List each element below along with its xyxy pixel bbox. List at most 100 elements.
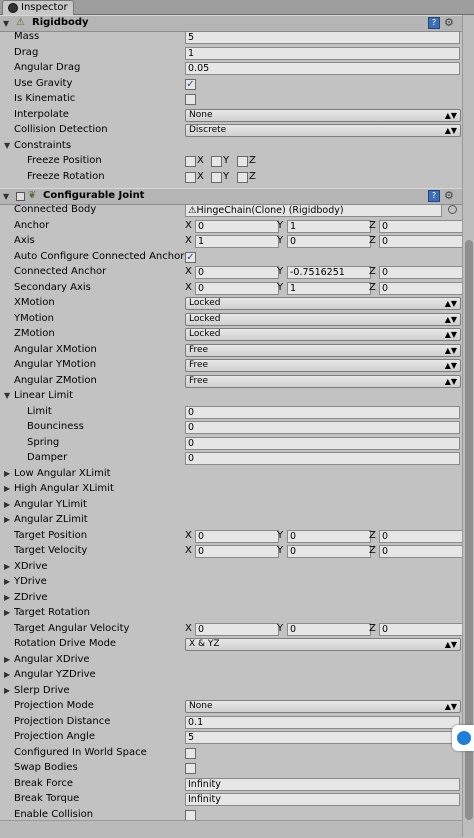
object-picker-icon[interactable] [448,205,457,214]
freeze-rotation-label: Freeze Rotation [27,170,105,182]
spring-label: Spring [27,436,60,448]
axis-y-field[interactable]: 0 [287,235,371,248]
foldout-closed-icon[interactable]: ▶ [4,686,10,695]
z-motion-dropdown[interactable]: Locked ▲▼ [185,328,461,341]
angular-z-motion-dropdown[interactable]: Free ▲▼ [185,374,461,388]
angular-y-limit-row[interactable]: ▶ Angular YLimit [0,498,462,514]
secondary-axis-x-field[interactable]: 0 [195,281,279,295]
angular-yz-drive-row[interactable]: ▶ Angular YZDrive [0,668,462,684]
break-force-field[interactable]: Infinity [185,777,460,791]
target-angular-velocity-x-field[interactable]: 0 [195,622,279,636]
angular-drag-field[interactable]: 0.05 [185,62,460,75]
axis-y-label: Y [277,529,284,541]
angular-z-limit-row[interactable]: ▶ Angular ZLimit [0,513,462,529]
enable-collision-checkbox[interactable] [185,809,196,821]
anchor-y-field[interactable]: 1 [287,219,371,233]
projection-angle-field[interactable]: 5 [185,731,460,744]
freeze-rotation-z-checkbox[interactable] [237,171,248,183]
damper-field[interactable]: 0 [185,452,460,465]
angular-x-motion-dropdown[interactable]: Free ▲▼ [185,343,461,357]
foldout-closed-icon[interactable]: ▶ [4,562,10,571]
axis-x-field[interactable]: 1 [195,235,279,248]
collapse-icon[interactable]: ▼ [3,19,9,28]
foldout-closed-icon[interactable]: ▶ [4,484,10,493]
connected-anchor-z-field[interactable]: 0 [379,266,462,279]
mass-field[interactable]: 5 [185,31,460,44]
target-position-z-field[interactable]: 0 [379,529,462,543]
foldout-closed-icon[interactable]: ▶ [4,577,10,586]
secondary-axis-y-field[interactable]: 1 [287,281,371,295]
z-drive-row[interactable]: ▶ ZDrive [0,591,462,607]
x-motion-dropdown[interactable]: Locked ▲▼ [185,297,461,310]
constraints-row[interactable]: ▼ Constraints [0,139,462,155]
high-angular-x-limit-row[interactable]: ▶ High Angular XLimit [0,482,462,498]
is-kinematic-checkbox[interactable] [185,94,196,105]
foldout-closed-icon[interactable]: ▶ [4,608,10,617]
target-angular-velocity-y-field[interactable]: 0 [287,622,371,636]
world-space-checkbox[interactable] [185,747,196,759]
foldout-closed-icon[interactable]: ▶ [4,469,10,478]
y-drive-row[interactable]: ▶ YDrive [0,575,462,591]
projection-distance-field[interactable]: 0.1 [185,715,460,729]
axis-z-label: Z [369,219,376,231]
rotation-drive-mode-dropdown[interactable]: X & YZ ▲▼ [185,638,461,651]
low-angular-x-limit-row[interactable]: ▶ Low Angular XLimit [0,467,462,483]
foldout-closed-icon[interactable]: ▶ [4,500,10,509]
foldout-closed-icon[interactable]: ▶ [4,655,10,664]
drag-field[interactable]: 1 [185,46,460,60]
limit-field[interactable]: 0 [185,405,460,419]
bounciness-field[interactable]: 0 [185,421,460,434]
interpolate-dropdown[interactable]: None ▲▼ [185,108,461,122]
gear-icon[interactable]: ⚙ [444,189,454,202]
help-icon[interactable]: ? [428,190,440,202]
foldout-open-icon[interactable]: ▼ [4,141,10,150]
gear-icon[interactable]: ⚙ [444,16,454,29]
tab-inspector[interactable]: Inspector [2,0,74,15]
collision-detection-dropdown[interactable]: Discrete ▲▼ [185,124,461,137]
connected-anchor-row: Connected Anchor X0 Y -0.7516251 Z0 [0,265,462,281]
target-velocity-z-field[interactable]: 0 [379,545,462,558]
foldout-open-icon[interactable]: ▼ [4,391,10,400]
target-rotation-row[interactable]: ▶ Target Rotation [0,606,462,622]
connected-anchor-y-field[interactable]: -0.7516251 [287,266,371,279]
foldout-closed-icon[interactable]: ▶ [4,515,10,524]
target-velocity-x-field[interactable]: 0 [195,545,279,558]
use-gravity-checkbox[interactable]: ✓ [185,78,196,90]
use-gravity-label: Use Gravity [14,77,73,89]
foldout-closed-icon[interactable]: ▶ [4,593,10,602]
foldout-closed-icon[interactable]: ▶ [4,670,10,679]
target-position-y-field[interactable]: 0 [287,529,371,543]
auto-configure-checkbox[interactable]: ✓ [185,251,196,263]
connected-anchor-x-field[interactable]: 0 [195,266,279,279]
freeze-position-z-checkbox[interactable] [237,156,248,167]
target-position-x-field[interactable]: 0 [195,529,279,543]
target-angular-velocity-z-field[interactable]: 0 [379,622,462,636]
freeze-rotation-x-checkbox[interactable] [185,171,196,183]
anchor-x-field[interactable]: 0 [195,219,279,233]
x-drive-row[interactable]: ▶ XDrive [0,560,462,576]
angular-y-motion-dropdown[interactable]: Free ▲▼ [185,359,461,372]
freeze-rotation-y-checkbox[interactable] [211,171,222,183]
swap-bodies-checkbox[interactable] [185,763,196,774]
linear-limit-row[interactable]: ▼ Linear Limit [0,389,462,405]
connected-body-field[interactable]: ⚠HingeChain(Clone) (Rigidbody) [185,204,442,217]
help-icon[interactable]: ? [428,17,440,29]
break-torque-label: Break Torque [14,793,80,804]
projection-mode-dropdown[interactable]: None ▲▼ [185,700,461,713]
angular-x-drive-row[interactable]: ▶ Angular XDrive [0,653,462,669]
remote-support-widget[interactable] [452,725,474,751]
anchor-z-field[interactable]: 0 [379,219,462,233]
break-torque-field[interactable]: Infinity [185,793,460,806]
axis-z-field[interactable]: 0 [379,235,462,248]
scrollbar[interactable] [462,15,474,837]
freeze-position-x-checkbox[interactable] [185,156,196,167]
secondary-axis-z-field[interactable]: 0 [379,281,462,295]
freeze-position-y-checkbox[interactable] [211,156,222,167]
axis-z-label: Z [369,235,376,246]
collapse-icon[interactable]: ▼ [3,192,9,201]
target-velocity-y-field[interactable]: 0 [287,545,371,558]
spring-field[interactable]: 0 [185,436,460,450]
component-enabled-checkbox[interactable] [16,192,25,201]
slerp-drive-row[interactable]: ▶ Slerp Drive [0,684,462,700]
y-motion-dropdown[interactable]: Locked ▲▼ [185,312,461,326]
